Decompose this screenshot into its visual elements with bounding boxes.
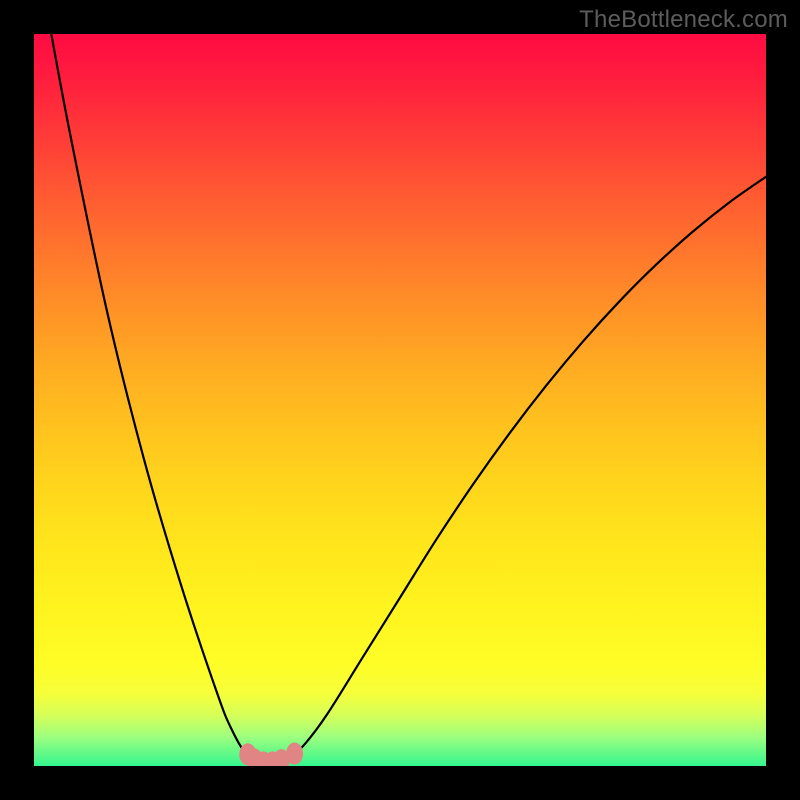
curve-marker <box>286 743 303 765</box>
chart-frame: TheBottleneck.com <box>0 0 800 800</box>
curve-marker-group <box>34 34 766 766</box>
plot-area <box>34 34 766 766</box>
watermark-text: TheBottleneck.com <box>579 6 788 34</box>
